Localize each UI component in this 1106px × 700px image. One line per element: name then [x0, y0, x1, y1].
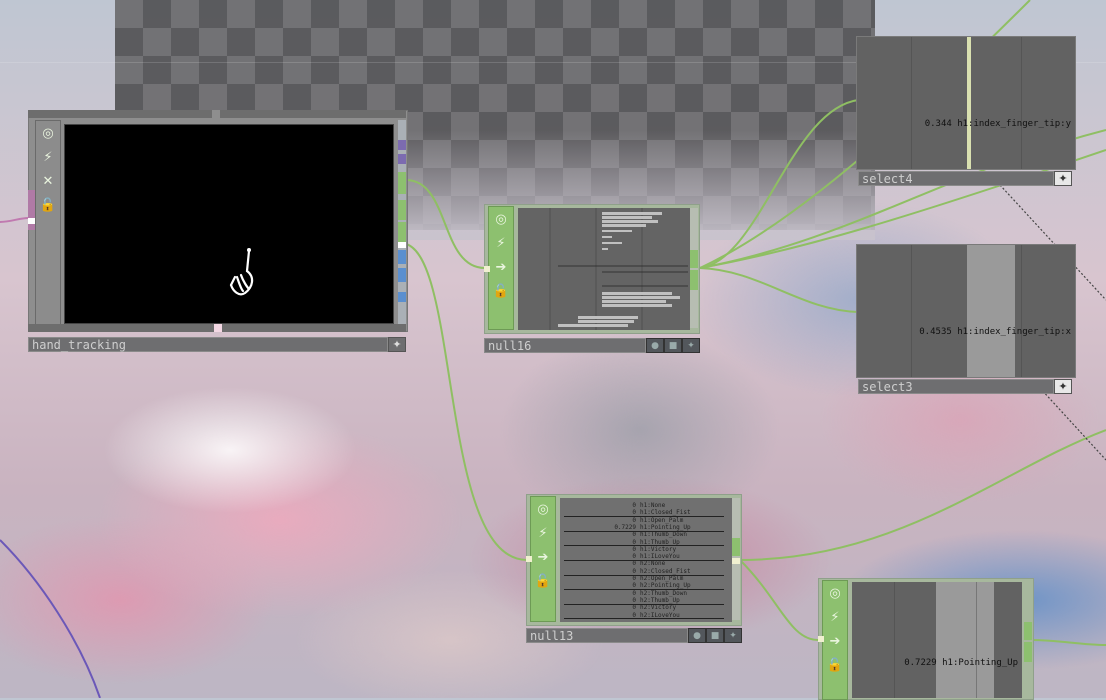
output-port[interactable]	[1024, 622, 1032, 640]
plus-icon[interactable]: ✦	[724, 628, 742, 643]
output-port[interactable]	[690, 270, 698, 290]
viewer-icon[interactable]: ◎	[38, 123, 58, 143]
output-port[interactable]	[1024, 642, 1032, 662]
lock-icon[interactable]: 🔓	[825, 655, 845, 675]
wire-null16-to-select4	[699, 99, 859, 269]
output-port-blue[interactable]	[398, 292, 406, 302]
viewer-icon[interactable]: ◎	[533, 499, 553, 519]
output-port-marker	[398, 242, 406, 248]
plus-icon[interactable]: ✦	[682, 338, 700, 353]
channel-value: 0.7229	[904, 658, 937, 668]
output-port-blue[interactable]	[398, 268, 406, 282]
node-label[interactable]: select4	[858, 171, 1054, 186]
output-port-chop[interactable]	[398, 172, 406, 194]
node-sidebar: ◎ ⚡ ✕ 🔓	[35, 120, 61, 326]
channel-name: h1:Pointing_Up	[942, 658, 1018, 668]
node-top-notch	[212, 110, 220, 118]
node-label[interactable]: hand_tracking	[28, 337, 388, 352]
display-toggle-icon[interactable]: ■	[664, 338, 682, 353]
plus-icon[interactable]: ✦	[1054, 171, 1072, 186]
channel-row-divider	[564, 618, 724, 620]
bypass-icon[interactable]: ⚡	[533, 523, 553, 543]
node-pointing-up[interactable]: ◎ ⚡ ➔ 🔓 0.7229 h1:Pointing_Up	[818, 578, 1034, 700]
display-icon[interactable]: ➔	[533, 547, 553, 567]
node-sidebar: ◎ ⚡ ➔ 🔓	[822, 580, 848, 700]
lock-icon[interactable]: 🔓	[491, 281, 511, 301]
wire-dotted-2	[1039, 387, 1106, 461]
hand-pointing-icon	[229, 248, 254, 296]
channel-readout: 0.344 h1:index_finger_tip:y	[925, 119, 1071, 129]
output-port-purple[interactable]	[398, 154, 406, 164]
plus-icon[interactable]: ✦	[1054, 379, 1072, 394]
input-port[interactable]	[818, 636, 824, 642]
viewer-icon[interactable]: ◎	[825, 583, 845, 603]
input-port[interactable]	[484, 266, 490, 272]
bypass-icon[interactable]: ⚡	[491, 233, 511, 253]
node-label[interactable]: select3	[858, 379, 1054, 394]
node-sidebar: ◎ ⚡ ➔ 🔓	[488, 206, 514, 330]
channel-name: h1:index_finger_tip:x	[957, 327, 1071, 337]
node-hand-tracking[interactable]: ◎ ⚡ ✕ 🔓 hand_tracking ✦	[28, 110, 408, 355]
node-bottom-notch	[214, 324, 222, 332]
display-icon[interactable]: ➔	[491, 257, 511, 277]
cook-icon[interactable]: ✕	[38, 171, 58, 191]
lock-icon[interactable]: 🔓	[38, 195, 58, 215]
viewer-toggle-icon[interactable]: ●	[688, 628, 706, 643]
channel-viewer[interactable]: 0.7229 h1:Pointing_Up	[852, 582, 1022, 698]
node-sidebar: ◎ ⚡ ➔ 🔓	[530, 496, 556, 622]
node-label[interactable]: null13	[526, 628, 688, 643]
node-null13[interactable]: ◎ ⚡ ➔ 🔓 0 h1:None 0 h1:Closed_Fist 0 h1:Open_…	[526, 494, 744, 646]
node-select3[interactable]: 0.4535 h1:index_finger_tip:x select3 ✦	[856, 244, 1076, 396]
wire-bottom-out	[1029, 639, 1106, 646]
bypass-icon[interactable]: ⚡	[825, 607, 845, 627]
wire-null13-to-bottom	[739, 559, 819, 641]
viewer-icon[interactable]: ◎	[491, 209, 511, 229]
viewer-toggle-icon[interactable]: ●	[646, 338, 664, 353]
image-viewer[interactable]	[64, 124, 394, 324]
channel-viewer[interactable]	[518, 208, 690, 330]
channel-viewer[interactable]: 0.4535 h1:index_finger_tip:x	[856, 244, 1076, 378]
plus-icon[interactable]: ✦	[388, 337, 406, 352]
node-label[interactable]: null16	[484, 338, 646, 353]
channel-readout: 0.7229 h1:Pointing_Up	[904, 658, 1018, 668]
channel-graph	[549, 208, 688, 330]
channel-viewer[interactable]: 0.344 h1:index_finger_tip:y	[856, 36, 1076, 170]
wire-purple-bottom-left	[0, 539, 101, 698]
output-port[interactable]	[690, 250, 698, 268]
output-strip	[690, 208, 698, 328]
channel-name: h1:index_finger_tip:y	[957, 119, 1071, 129]
output-port-chop[interactable]	[398, 200, 406, 220]
wire-null16-to-select3	[699, 267, 859, 313]
bypass-icon[interactable]: ⚡	[38, 147, 58, 167]
output-port-marker	[732, 558, 740, 564]
input-port-left[interactable]	[28, 190, 35, 230]
output-port-blue[interactable]	[398, 250, 406, 264]
node-null16[interactable]: ◎ ⚡ ➔ 🔓 null16 ● ■ ✦	[484, 204, 702, 354]
channel-list-viewer[interactable]: 0 h1:None 0 h1:Closed_Fist 0 h1:Open_Palm 0.72…	[560, 498, 732, 622]
channel-value: 0.344	[924, 119, 952, 129]
channel-readout: 0.4535 h1:index_finger_tip:x	[919, 327, 1071, 337]
wire-input-left	[0, 217, 29, 223]
output-port-chop[interactable]	[398, 222, 406, 242]
lock-icon[interactable]: 🔓	[533, 571, 553, 591]
node-select4[interactable]: 0.344 h1:index_finger_tip:y select4 ✦	[856, 36, 1076, 188]
channel-value: 0.4535	[919, 327, 952, 337]
display-icon[interactable]: ➔	[825, 631, 845, 651]
input-port[interactable]	[526, 556, 532, 562]
input-port-marker	[28, 218, 35, 224]
output-port[interactable]	[732, 538, 740, 556]
output-port-purple[interactable]	[398, 140, 406, 150]
display-toggle-icon[interactable]: ■	[706, 628, 724, 643]
channel-rows: 0 h1:None 0 h1:Closed_Fist 0 h1:Open_Palm 0.72…	[560, 498, 732, 622]
wire-null13-out1	[739, 429, 1106, 561]
